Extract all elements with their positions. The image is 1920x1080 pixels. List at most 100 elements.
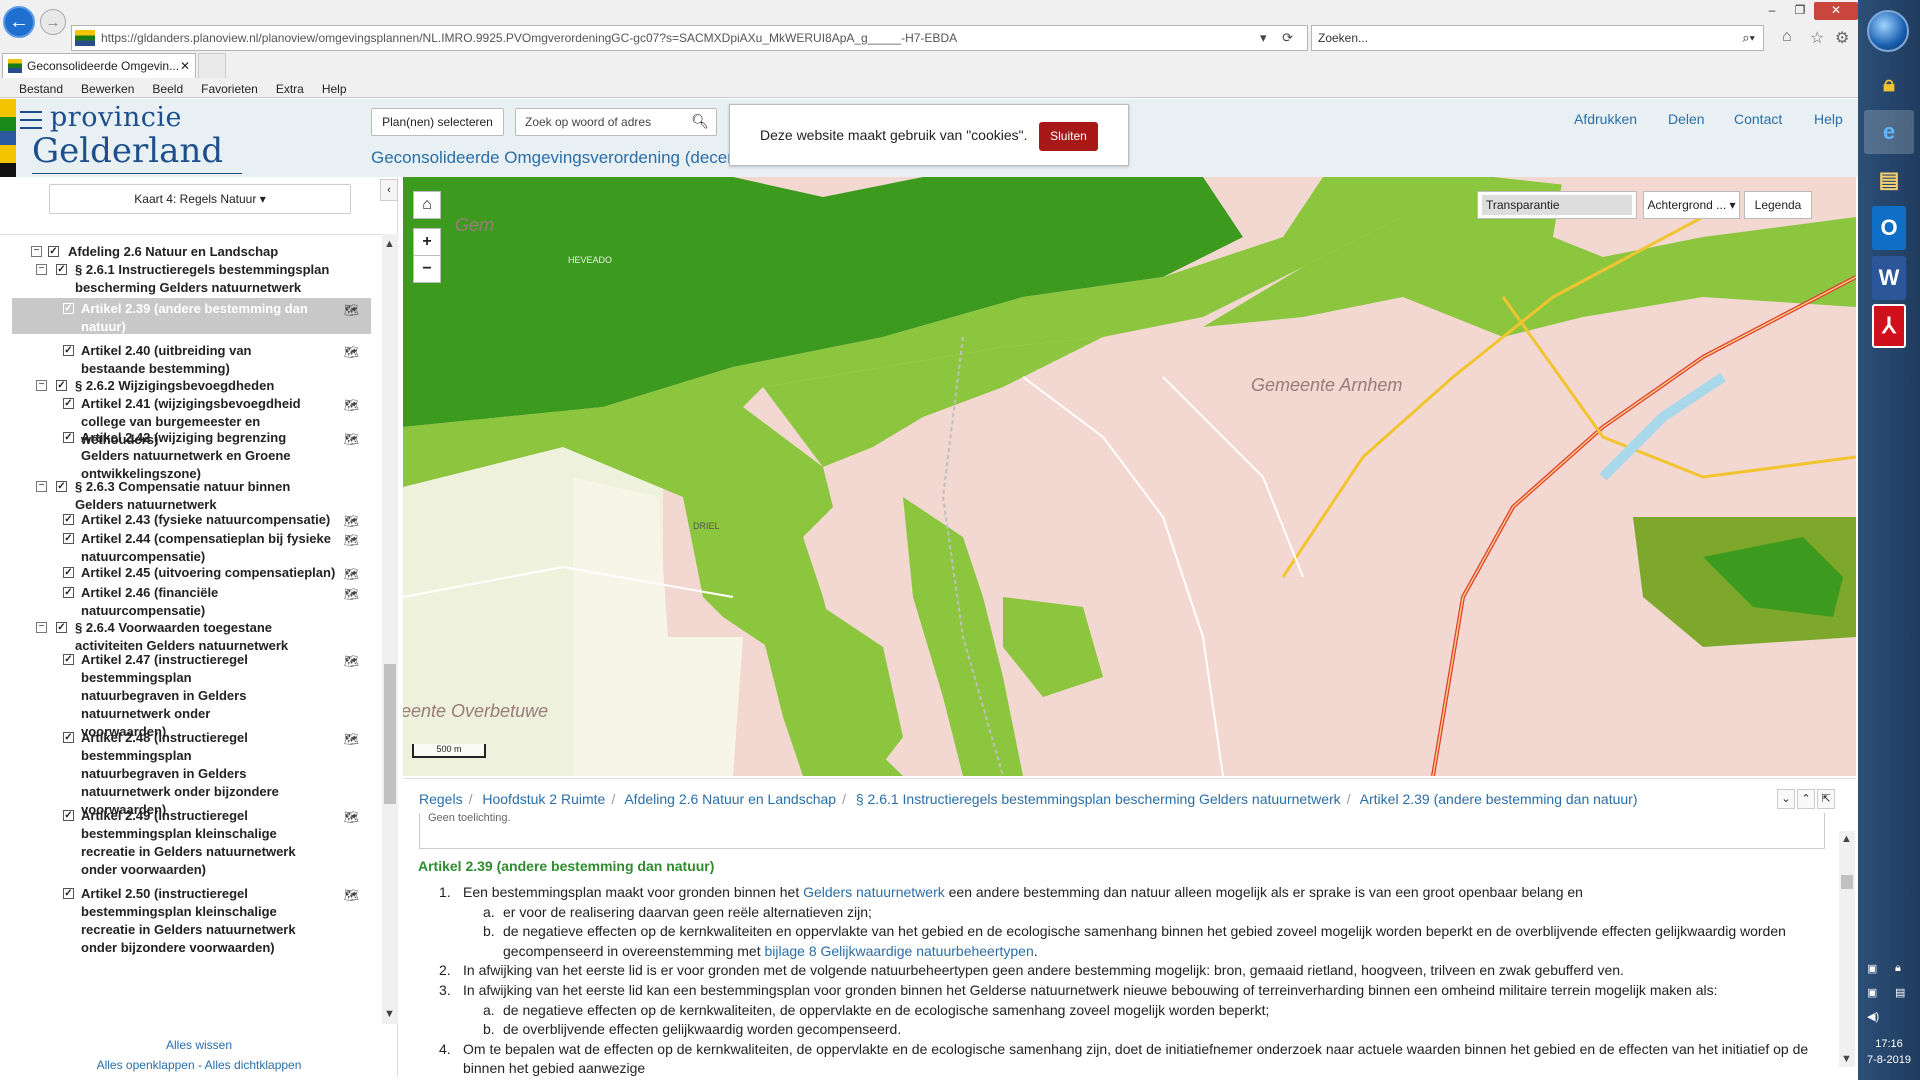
- checkbox-checked-icon[interactable]: ✓: [56, 481, 67, 492]
- file-explorer-icon[interactable]: ▤: [1864, 158, 1914, 202]
- menu-beeld[interactable]: Beeld: [152, 82, 183, 96]
- checkbox-checked-icon[interactable]: ✓: [48, 246, 59, 257]
- tree-item[interactable]: ✓ Artikel 2.42 (wijziging begrenzing Gel…: [63, 429, 359, 483]
- checkbox-checked-icon[interactable]: ✓: [63, 345, 74, 356]
- tree-item[interactable]: ✓ Artikel 2.40 (uitbreiding van bestaand…: [63, 342, 359, 378]
- outlook-icon[interactable]: O: [1872, 206, 1906, 250]
- map-home-button[interactable]: ⌂: [413, 191, 441, 219]
- gelders-natuurnetwerk-link[interactable]: Gelders natuurnetwerk: [803, 884, 945, 900]
- gear-icon[interactable]: ⚙: [1835, 28, 1849, 48]
- tree-item[interactable]: − ✓ Afdeling 2.6 Natuur en Landschap: [31, 243, 371, 261]
- map-viewer[interactable]: Gem Gemeente Arnhem eente Overbetuwe DRI…: [403, 177, 1856, 776]
- breadcrumb-item[interactable]: Hoofdstuk 2 Ruimte: [482, 791, 605, 807]
- tray-volume-icon[interactable]: ◀): [1867, 1010, 1879, 1023]
- tree-item[interactable]: ✓ Artikel 2.43 (fysieke natuurcompensati…: [63, 511, 359, 529]
- checkbox-checked-icon[interactable]: ✓: [56, 622, 67, 633]
- expand-all-link[interactable]: Alles openklappen: [97, 1058, 195, 1072]
- menu-bestand[interactable]: Bestand: [19, 82, 63, 96]
- checkbox-checked-icon[interactable]: ✓: [63, 398, 74, 409]
- scroll-up-icon[interactable]: ▲: [384, 238, 395, 250]
- checkbox-checked-icon[interactable]: ✓: [63, 654, 74, 665]
- legend-button[interactable]: Legenda: [1744, 191, 1812, 219]
- search-icon[interactable]: 🔍︎: [691, 113, 709, 130]
- start-button[interactable]: [1867, 10, 1909, 52]
- map-icon[interactable]: 🗺︎: [344, 343, 359, 361]
- tray-printer-icon[interactable]: ▤: [1895, 986, 1905, 999]
- help-link[interactable]: Help: [1814, 111, 1843, 127]
- select-plan-button[interactable]: Plan(nen) selecteren: [371, 108, 504, 136]
- map-icon[interactable]: 🗺︎: [344, 808, 359, 826]
- collapse-toggle-icon[interactable]: −: [36, 481, 47, 492]
- bijlage-8-link[interactable]: bijlage 8 Gelijkwaardige natuurbeheertyp…: [764, 943, 1033, 959]
- tree-item[interactable]: ✓ Artikel 2.47 (instructieregel bestemmi…: [63, 651, 359, 741]
- checkbox-checked-icon[interactable]: ✓: [63, 810, 74, 821]
- zoom-out-button[interactable]: −: [413, 255, 441, 283]
- tree-item[interactable]: − ✓ § 2.6.3 Compensatie natuur binnen Ge…: [36, 478, 341, 514]
- tree-item[interactable]: ✓ Artikel 2.45 (uitvoering compensatiepl…: [63, 564, 359, 582]
- checkbox-checked-icon[interactable]: ✓: [63, 432, 74, 443]
- menu-favorieten[interactable]: Favorieten: [201, 82, 258, 96]
- checkbox-checked-icon[interactable]: ✓: [63, 732, 74, 743]
- map-icon[interactable]: 🗺︎: [344, 512, 359, 530]
- tree-item[interactable]: ✓ Artikel 2.49 (instructieregel bestemmi…: [63, 807, 359, 879]
- map-select-dropdown[interactable]: Kaart 4: Regels Natuur ▾: [49, 184, 351, 214]
- scrollbar-thumb[interactable]: [384, 664, 396, 804]
- map-icon[interactable]: 🗺︎: [344, 652, 359, 670]
- acrobat-icon[interactable]: ⅄: [1872, 304, 1906, 348]
- checkbox-checked-icon[interactable]: ✓: [63, 514, 74, 525]
- tree-item[interactable]: − ✓ § 2.6.2 Wijzigingsbevoegdheden: [36, 377, 341, 395]
- collapse-all-link[interactable]: Alles dichtklappen: [205, 1058, 302, 1072]
- favorites-star-icon[interactable]: ☆: [1810, 28, 1824, 48]
- scroll-down-icon[interactable]: ▼: [384, 1008, 395, 1020]
- collapse-toggle-icon[interactable]: −: [36, 380, 47, 391]
- tree-item[interactable]: ✓ Artikel 2.50 (instructieregel bestemmi…: [63, 885, 359, 957]
- collapse-toggle-icon[interactable]: −: [36, 622, 47, 633]
- tree-item[interactable]: − ✓ § 2.6.1 Instructieregels bestemmings…: [36, 261, 341, 297]
- collapse-panel-button[interactable]: ⌄: [1777, 789, 1795, 809]
- breadcrumb-item[interactable]: Artikel 2.39 (andere bestemming dan natu…: [1360, 791, 1638, 807]
- taskbar-clock[interactable]: 17:16 7-8-2019: [1858, 1036, 1920, 1068]
- menu-help[interactable]: Help: [322, 82, 347, 96]
- menu-bewerken[interactable]: Bewerken: [81, 82, 134, 96]
- scroll-down-icon[interactable]: ▼: [1841, 1053, 1852, 1065]
- zoom-in-button[interactable]: +: [413, 228, 441, 256]
- logo[interactable]: provincie Gelderland: [0, 99, 245, 177]
- checkbox-checked-icon[interactable]: ✓: [56, 264, 67, 275]
- map-icon[interactable]: 🗺︎: [344, 585, 359, 603]
- scroll-up-icon[interactable]: ▲: [1841, 833, 1852, 845]
- collapse-toggle-icon[interactable]: −: [36, 264, 47, 275]
- scrollbar-thumb[interactable]: [1841, 875, 1853, 889]
- open-external-button[interactable]: ⇱: [1817, 789, 1835, 809]
- address-bar[interactable]: https://gldanders.planoview.nl/planoview…: [71, 25, 1308, 51]
- tree-item[interactable]: ✓ Artikel 2.44 (compensatieplan bij fysi…: [63, 530, 359, 566]
- tree-item-selected[interactable]: ✓ Artikel 2.39 (andere bestemming dan na…: [12, 298, 371, 334]
- tray-network-icon[interactable]: ▣: [1867, 962, 1877, 975]
- content-scrollbar[interactable]: ▲ ▼: [1839, 831, 1855, 1067]
- map-icon[interactable]: 🗺︎: [344, 430, 359, 448]
- transparency-slider[interactable]: Transparantie: [1477, 191, 1637, 219]
- browser-search-input[interactable]: Zoeken... ⌕▾: [1311, 25, 1764, 51]
- breadcrumb-item[interactable]: Afdeling 2.6 Natuur en Landschap: [624, 791, 836, 807]
- word-icon[interactable]: W: [1872, 256, 1906, 300]
- address-bar-controls[interactable]: ▾ ⟳: [1260, 30, 1299, 46]
- back-button[interactable]: ←: [3, 6, 35, 38]
- checkbox-checked-icon[interactable]: ✓: [63, 587, 74, 598]
- internet-explorer-icon[interactable]: e: [1864, 110, 1914, 154]
- map-icon[interactable]: 🗺︎: [344, 301, 359, 319]
- menu-extra[interactable]: Extra: [276, 82, 304, 96]
- checkbox-checked-icon[interactable]: ✓: [63, 567, 74, 578]
- lock-app-icon[interactable]: 🔒︎: [1864, 62, 1914, 106]
- checkbox-checked-icon[interactable]: ✓: [63, 888, 74, 899]
- restore-button[interactable]: ❐: [1786, 2, 1814, 20]
- new-tab-button[interactable]: [198, 53, 226, 78]
- map-icon[interactable]: 🗺︎: [344, 886, 359, 904]
- forward-button[interactable]: →: [40, 9, 66, 35]
- expand-panel-button[interactable]: ⌃: [1797, 789, 1815, 809]
- tree-item[interactable]: ✓ Artikel 2.46 (financiële natuurcompens…: [63, 584, 359, 620]
- map-icon[interactable]: 🗺︎: [344, 531, 359, 549]
- collapse-sidebar-button[interactable]: ‹: [380, 179, 398, 201]
- tray-outlook-icon[interactable]: ▣: [1867, 986, 1877, 999]
- map-icon[interactable]: 🗺︎: [344, 396, 359, 414]
- close-tab-icon[interactable]: ✕: [180, 59, 190, 73]
- checkbox-checked-icon[interactable]: ✓: [56, 380, 67, 391]
